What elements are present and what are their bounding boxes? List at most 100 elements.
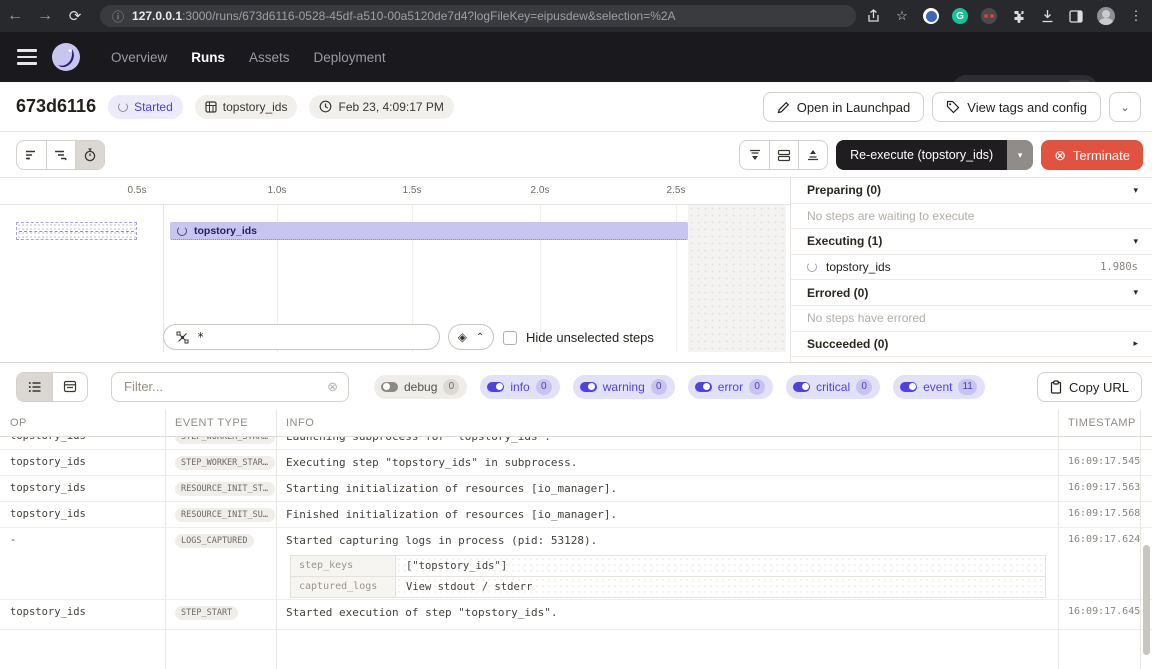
chevron-down-icon: ⌄: [1120, 101, 1129, 114]
step-selection-input[interactable]: [197, 330, 397, 344]
browser-reload-icon[interactable]: ⟳: [60, 7, 90, 25]
list-view-icon[interactable]: [17, 373, 52, 401]
metadata-key: captured_logs: [291, 577, 396, 597]
app-window: ← → ⟳ ⓘ 127.0.0.1:3000/runs/673d6116-052…: [0, 0, 1152, 669]
spinner-icon: [807, 262, 817, 272]
hide-unselected-checkbox[interactable]: [503, 331, 517, 345]
run-status-badge[interactable]: Started: [108, 95, 183, 119]
side-panel-icon[interactable]: [1068, 8, 1084, 24]
log-row[interactable]: topstory_ids STEP_WORKER_STARTED Executi…: [0, 450, 1152, 476]
job-name-badge[interactable]: topstory_ids: [195, 95, 298, 119]
log-row-logs-captured[interactable]: - LOGS_CAPTURED Started capturing logs i…: [0, 528, 1152, 600]
event-type-chip: RESOURCE_INIT_STARTED: [175, 482, 275, 496]
chevron-down-icon: ▾: [1133, 185, 1138, 196]
level-filter-info[interactable]: info 0: [480, 375, 559, 399]
site-info-icon[interactable]: ⓘ: [112, 8, 124, 25]
log-row-clipped[interactable]: topstory_ids STEP_WORKER_STARTING Launch…: [0, 437, 1152, 450]
errored-empty-text: No steps have errored: [791, 306, 1152, 332]
gantt-step-bar[interactable]: topstory_ids: [170, 222, 688, 240]
address-bar[interactable]: ⓘ 127.0.0.1:3000/runs/673d6116-0528-45df…: [100, 5, 856, 27]
expand-all-icon[interactable]: [798, 141, 827, 169]
section-executing-header[interactable]: Executing (1) ▾: [791, 229, 1152, 255]
run-header-more-button[interactable]: ⌄: [1109, 92, 1141, 122]
share-icon[interactable]: [865, 8, 881, 24]
log-level-shortcuts: [739, 140, 828, 170]
run-main-split: 0.5s 1.0s 1.5s 2.0s 2.5s topstory_ids: [0, 178, 1152, 363]
browser-back-icon[interactable]: ←: [0, 7, 30, 25]
collapse-all-icon[interactable]: [740, 141, 769, 169]
op-selector-icon: [176, 331, 189, 344]
rows-icon[interactable]: [769, 141, 798, 169]
run-start-time-badge[interactable]: Feb 23, 4:09:17 PM: [309, 95, 453, 119]
gantt-mode-timed-icon[interactable]: [75, 141, 104, 169]
reexecute-split-button: Re-execute (topstory_ids) ▾: [836, 140, 1033, 170]
run-header: 673d6116 Started topstory_ids Feb 23, 4:…: [0, 82, 1152, 132]
nav-item-overview[interactable]: Overview: [111, 50, 167, 65]
level-filter-critical[interactable]: critical 0: [786, 375, 880, 399]
level-count-badge: 11: [958, 379, 976, 395]
log-scrollbar-thumb[interactable]: [1143, 545, 1150, 655]
downloads-icon[interactable]: [1039, 8, 1055, 24]
level-filter-warning[interactable]: warning 0: [573, 375, 675, 399]
axis-tick: 0.5s: [128, 185, 147, 196]
clipboard-icon: [1050, 380, 1062, 394]
log-filter-input[interactable]: [124, 379, 327, 394]
reexecute-button[interactable]: Re-execute (topstory_ids): [836, 140, 1007, 170]
toggle-icon: [487, 382, 504, 392]
open-in-launchpad-button[interactable]: Open in Launchpad: [763, 92, 924, 122]
executing-step-row[interactable]: topstory_ids 1.980s: [791, 255, 1152, 281]
log-filter-box[interactable]: ⊗: [111, 372, 349, 402]
minimap-bar: [19, 231, 134, 232]
section-errored-header[interactable]: Errored (0) ▾: [791, 280, 1152, 306]
browser-profile-avatar[interactable]: [1097, 7, 1115, 25]
table-view-icon[interactable]: [52, 373, 87, 401]
gantt-toolbar: Hide not started steps Re-execute (topst…: [0, 132, 1152, 178]
terminate-button[interactable]: ⊗ Terminate: [1041, 140, 1143, 170]
hamburger-menu-icon[interactable]: [17, 49, 37, 65]
captured-logs-link[interactable]: View stdout / stderr: [396, 577, 1045, 597]
gantt-minimap-selection[interactable]: [16, 222, 137, 240]
grammarly-icon[interactable]: G: [952, 8, 968, 24]
dagster-logo-icon[interactable]: [51, 42, 81, 72]
log-metadata-table: step_keys ["topstory_ids"] captured_logs…: [290, 555, 1046, 598]
log-row[interactable]: topstory_ids RESOURCE_INIT_SUCCESS Finis…: [0, 502, 1152, 528]
browser-toolbar: ← → ⟳ ⓘ 127.0.0.1:3000/runs/673d6116-052…: [0, 0, 1152, 32]
gantt-mode-flat-icon[interactable]: [17, 141, 46, 169]
nav-item-runs[interactable]: Runs: [191, 50, 225, 65]
axis-tick: 1.5s: [403, 185, 422, 196]
event-type-chip: STEP_START: [175, 606, 238, 620]
extension-1-icon[interactable]: [923, 8, 939, 24]
log-row[interactable]: topstory_ids RESOURCE_INIT_STARTED Start…: [0, 476, 1152, 502]
gantt-step-label: topstory_ids: [194, 225, 257, 237]
gantt-mode-waterfall-icon[interactable]: [46, 141, 75, 169]
nav-item-deployment[interactable]: Deployment: [314, 50, 386, 65]
nav-item-assets[interactable]: Assets: [249, 50, 290, 65]
tag-icon: [946, 100, 960, 114]
spinner-icon: [177, 226, 187, 236]
level-filter-event[interactable]: event 11: [893, 375, 985, 399]
level-filter-error[interactable]: error 0: [688, 375, 773, 399]
event-type-chip: STEP_WORKER_STARTING: [175, 437, 275, 444]
reexecute-dropdown-button[interactable]: ▾: [1007, 140, 1033, 170]
clear-filter-icon[interactable]: ⊗: [327, 379, 338, 395]
extensions-puzzle-icon[interactable]: [1010, 8, 1026, 24]
selection-options-button[interactable]: ◈ ⌃: [448, 324, 494, 350]
extension-2-icon[interactable]: [981, 8, 997, 24]
section-succeeded-header[interactable]: Succeeded (0) ▸: [791, 332, 1152, 358]
hide-unselected-label: Hide unselected steps: [526, 330, 654, 345]
step-selection-box[interactable]: [163, 324, 440, 350]
preparing-empty-text: No steps are waiting to execute: [791, 204, 1152, 230]
copy-url-button[interactable]: Copy URL: [1037, 372, 1142, 402]
log-table-header: OP EVENT TYPE INFO TIMESTAMP: [0, 410, 1152, 437]
log-row[interactable]: topstory_ids STEP_START Started executio…: [0, 600, 1152, 630]
gantt-chart: 0.5s 1.0s 1.5s 2.0s 2.5s topstory_ids: [0, 178, 790, 363]
section-preparing-header[interactable]: Preparing (0) ▾: [791, 178, 1152, 204]
toggle-icon: [900, 382, 917, 392]
run-id: 673d6116: [16, 96, 96, 117]
browser-forward-icon[interactable]: →: [30, 7, 60, 25]
chevron-down-icon: ▾: [1133, 287, 1138, 298]
level-filter-debug[interactable]: debug 0: [374, 375, 467, 399]
bookmark-star-icon[interactable]: ☆: [894, 8, 910, 24]
view-tags-config-button[interactable]: View tags and config: [932, 92, 1101, 122]
browser-menu-icon[interactable]: ⋮: [1128, 8, 1144, 24]
